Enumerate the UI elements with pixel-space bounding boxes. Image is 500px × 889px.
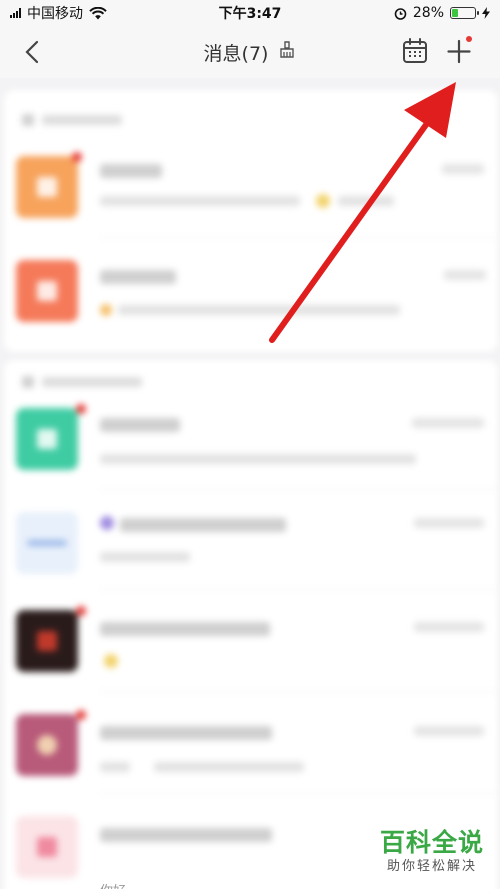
add-button[interactable]	[444, 36, 474, 66]
message-list	[0, 78, 500, 889]
avatar	[16, 408, 78, 470]
list-item[interactable]	[4, 490, 498, 590]
page-title: 消息(7)	[203, 42, 269, 65]
title-wrap: 消息(7)	[204, 39, 297, 66]
battery-percent: 28%	[412, 5, 444, 21]
avatar	[16, 816, 78, 878]
chevron-left-icon	[25, 40, 39, 64]
calendar-icon	[403, 38, 427, 63]
section-card-top	[4, 90, 498, 352]
status-right: 28%	[394, 5, 490, 21]
list-item[interactable]	[4, 138, 498, 238]
charging-icon	[482, 7, 490, 19]
avatar	[16, 610, 78, 672]
alarm-icon	[394, 7, 407, 20]
section-card-bottom	[4, 360, 498, 889]
section-header-placeholder	[22, 112, 122, 126]
notification-dot	[466, 36, 472, 42]
unread-dot	[72, 152, 82, 162]
wifi-icon	[89, 6, 107, 19]
broom-icon	[280, 40, 295, 58]
list-item[interactable]	[4, 390, 498, 490]
bottom-partial-text: 你好	[100, 880, 126, 889]
avatar	[16, 156, 78, 218]
avatar	[16, 512, 78, 574]
battery-icon	[450, 7, 479, 19]
avatar	[16, 714, 78, 776]
nav-bar: 消息(7)	[0, 26, 500, 78]
section-header-placeholder	[22, 374, 142, 388]
signal-icon	[10, 8, 21, 18]
watermark-logo: 百科全说 助你轻松解决	[372, 828, 492, 876]
status-left: 中国移动	[10, 3, 107, 23]
unread-dot	[76, 606, 86, 616]
carrier-label: 中国移动	[27, 6, 83, 22]
list-item[interactable]	[4, 694, 498, 794]
list-item[interactable]	[4, 242, 498, 342]
list-item[interactable]	[4, 592, 498, 692]
calendar-button[interactable]	[402, 38, 430, 66]
back-button[interactable]	[18, 38, 46, 66]
unread-dot	[76, 404, 86, 414]
unread-dot	[76, 710, 86, 720]
watermark-title: 百科全说	[379, 828, 484, 857]
status-bar: 中国移动 下午3:47 28%	[0, 0, 500, 26]
avatar	[16, 260, 78, 322]
watermark-subtitle: 助你轻松解决	[386, 859, 477, 874]
clear-unread-button[interactable]	[278, 40, 296, 64]
